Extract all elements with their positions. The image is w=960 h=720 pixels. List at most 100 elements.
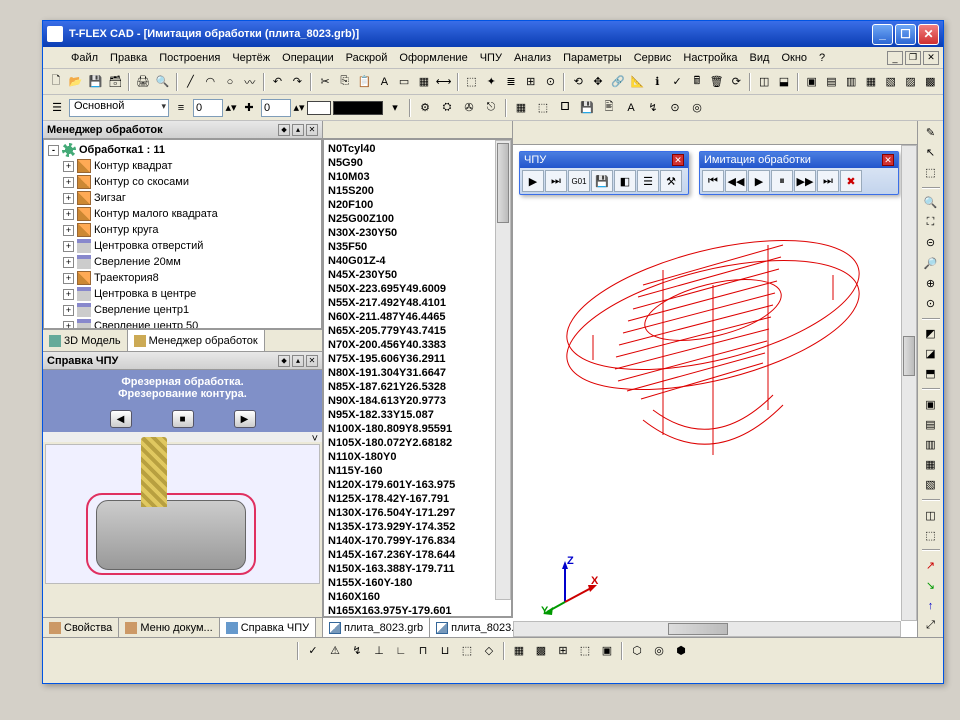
mdi-restore[interactable]: ❐ bbox=[905, 51, 921, 65]
gcode-line[interactable]: N90X-184.613Y20.9773 bbox=[328, 394, 507, 408]
gcode-line[interactable]: N60X-211.487Y46.4465 bbox=[328, 310, 507, 324]
tab-help[interactable]: Справка ЧПУ bbox=[220, 618, 316, 637]
tree-item[interactable]: +Сверление центр1 bbox=[46, 302, 319, 318]
cnc4-icon[interactable]: ⎋ bbox=[481, 98, 501, 118]
tree-item[interactable]: +Центровка отверстий bbox=[46, 238, 319, 254]
arc-icon[interactable]: ◠ bbox=[201, 72, 219, 92]
rs-shade2-icon[interactable]: ▤ bbox=[921, 415, 941, 433]
hatch-icon[interactable]: ▦ bbox=[415, 72, 433, 92]
sb6-icon[interactable]: ⊓ bbox=[413, 641, 433, 661]
tool7-icon[interactable]: ↯ bbox=[643, 98, 663, 118]
expander-icon[interactable]: + bbox=[63, 209, 74, 220]
expander-icon[interactable]: + bbox=[63, 305, 74, 316]
tool1-icon[interactable]: ▦ bbox=[511, 98, 531, 118]
pan-icon[interactable]: ✥ bbox=[589, 72, 607, 92]
panel-close-icon[interactable]: ✕ bbox=[306, 124, 318, 136]
gcode-line[interactable]: N50X-223.695Y49.6009 bbox=[328, 282, 507, 296]
sb9-icon[interactable]: ◇ bbox=[479, 641, 499, 661]
expander-icon[interactable]: + bbox=[63, 177, 74, 188]
rs-zoom-all-icon[interactable]: ⊕ bbox=[921, 274, 941, 292]
rs-misc1-icon[interactable]: ◫ bbox=[921, 506, 941, 524]
menu-Вид[interactable]: Вид bbox=[744, 50, 776, 66]
win6-icon[interactable]: ▨ bbox=[902, 72, 920, 92]
doc-tab-1[interactable]: плита_8023.grb bbox=[323, 618, 430, 637]
menu-Чертёж[interactable]: Чертёж bbox=[226, 50, 276, 66]
help-home-icon[interactable]: ■ bbox=[172, 410, 194, 428]
refresh-icon[interactable]: ⟳ bbox=[728, 72, 746, 92]
link-icon[interactable]: 🔗 bbox=[609, 72, 627, 92]
gcode-line[interactable]: N15S200 bbox=[328, 184, 507, 198]
gcode-line[interactable]: N135X-173.929Y-174.352 bbox=[328, 520, 507, 534]
lineweight-icon[interactable]: ≡ bbox=[171, 98, 191, 118]
operations-tree[interactable]: - Обработка1 : 11 +Контур квадрат+Контур… bbox=[43, 139, 322, 329]
rs-view2-icon[interactable]: ◪ bbox=[921, 345, 941, 363]
gcode-line[interactable]: N80X-191.304Y31.6647 bbox=[328, 366, 507, 380]
cut-icon[interactable]: ✂ bbox=[316, 72, 334, 92]
explode-icon[interactable]: ✦ bbox=[482, 72, 500, 92]
win4-icon[interactable]: ▦ bbox=[862, 72, 880, 92]
tool9-icon[interactable]: ◎ bbox=[687, 98, 707, 118]
updown1-icon[interactable]: ▴▾ bbox=[225, 98, 237, 118]
menu-Правка[interactable]: Правка bbox=[104, 50, 153, 66]
menu-Анализ[interactable]: Анализ bbox=[508, 50, 557, 66]
gcode-line[interactable]: N85X-187.621Y26.5328 bbox=[328, 380, 507, 394]
expander-icon[interactable]: + bbox=[63, 289, 74, 300]
gcode-listing[interactable]: N0Tcyl40N5G90N10M03N15S200N20F100N25G00Z… bbox=[323, 139, 512, 617]
measure-icon[interactable]: 📐 bbox=[629, 72, 647, 92]
sb2-icon[interactable]: ⚠ bbox=[325, 641, 345, 661]
rs-select-icon[interactable]: ⬚ bbox=[921, 163, 941, 181]
rs-ax3-icon[interactable]: ↑ bbox=[921, 597, 941, 615]
tab-docmenu[interactable]: Меню докум... bbox=[119, 618, 219, 637]
gcode-line[interactable]: N150X-163.388Y-179.711 bbox=[328, 562, 507, 576]
sb1-icon[interactable]: ✓ bbox=[303, 641, 323, 661]
sim-toolbar-close-icon[interactable]: ✕ bbox=[882, 154, 894, 166]
new-icon[interactable]: 🗋 bbox=[47, 72, 65, 92]
sb15-icon[interactable]: ⬡ bbox=[627, 641, 647, 661]
gcode-line[interactable]: N100X-180.809Y8.95591 bbox=[328, 422, 507, 436]
rs-zoom-fit-icon[interactable]: ⛶ bbox=[921, 214, 941, 232]
rs-view3-icon[interactable]: ⬒ bbox=[921, 365, 941, 383]
minimize-button[interactable]: _ bbox=[872, 24, 893, 45]
gcode-line[interactable]: N130X-176.504Y-171.297 bbox=[328, 506, 507, 520]
panel-pin-icon[interactable]: ⬥ bbox=[278, 124, 290, 136]
help-pin-icon[interactable]: ⬥ bbox=[278, 355, 290, 367]
expander-icon[interactable]: + bbox=[63, 161, 74, 172]
rs-shade4-icon[interactable]: ▦ bbox=[921, 456, 941, 474]
tab-3dmodel[interactable]: 3D Модель bbox=[43, 330, 128, 351]
gcode-line[interactable]: N155X-160Y-180 bbox=[328, 576, 507, 590]
layer-combo[interactable]: Основной bbox=[69, 99, 169, 117]
gcode-line[interactable]: N75X-195.606Y36.2911 bbox=[328, 352, 507, 366]
gcode-line[interactable]: N20F100 bbox=[328, 198, 507, 212]
menu-Сервис[interactable]: Сервис bbox=[628, 50, 678, 66]
tree-item[interactable]: +Траектория8 bbox=[46, 270, 319, 286]
sim-toolbar-title[interactable]: Имитация обработки✕ bbox=[700, 152, 898, 168]
rs-pointer-icon[interactable]: ↖ bbox=[921, 143, 941, 161]
tree-item[interactable]: +Центровка в центре bbox=[46, 286, 319, 302]
expander-icon[interactable]: + bbox=[63, 273, 74, 284]
panel-min-icon[interactable]: ▴ bbox=[292, 124, 304, 136]
gcode-line[interactable]: N40G01Z-4 bbox=[328, 254, 507, 268]
gcode-line[interactable]: N45X-230Y50 bbox=[328, 268, 507, 282]
help-expand-bar[interactable]: ˅ bbox=[43, 432, 322, 442]
rs-shade3-icon[interactable]: ▥ bbox=[921, 435, 941, 453]
tab-props[interactable]: Свойства bbox=[43, 618, 119, 637]
gcode-line[interactable]: N110X-180Y0 bbox=[328, 450, 507, 464]
undo-icon[interactable]: ↶ bbox=[269, 72, 287, 92]
sb12-icon[interactable]: ⊞ bbox=[553, 641, 573, 661]
sb13-icon[interactable]: ⬚ bbox=[575, 641, 595, 661]
menu-Построения[interactable]: Построения bbox=[153, 50, 226, 66]
sb8-icon[interactable]: ⬚ bbox=[457, 641, 477, 661]
spline-icon[interactable]: 〰 bbox=[241, 72, 259, 92]
rs-shade5-icon[interactable]: ▧ bbox=[921, 476, 941, 494]
tab-manager[interactable]: Менеджер обработок bbox=[128, 330, 265, 351]
spin1-input[interactable] bbox=[193, 99, 223, 117]
layers-icon[interactable]: ≣ bbox=[502, 72, 520, 92]
rs-zoom-win-icon[interactable]: 🔎 bbox=[921, 254, 941, 272]
gcode-line[interactable]: N70X-200.456Y40.3383 bbox=[328, 338, 507, 352]
view1-icon[interactable]: ◫ bbox=[755, 72, 773, 92]
mark-icon[interactable]: ✓ bbox=[668, 72, 686, 92]
color-drop-icon[interactable]: ▾ bbox=[385, 98, 405, 118]
menu-Раскрой[interactable]: Раскрой bbox=[340, 50, 394, 66]
mdi-close[interactable]: ✕ bbox=[923, 51, 939, 65]
gcode-line[interactable]: N160X160 bbox=[328, 590, 507, 604]
